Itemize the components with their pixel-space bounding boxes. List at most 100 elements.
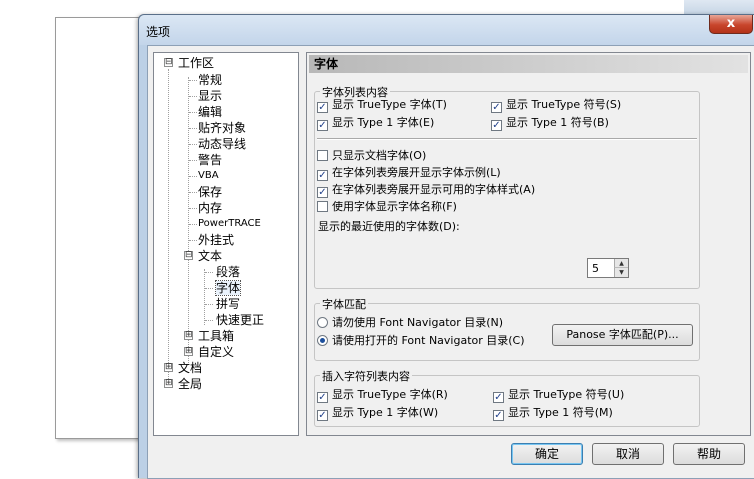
tree-item-label: 保存 — [198, 185, 223, 199]
tree-item-general[interactable]: 常规 — [198, 72, 222, 88]
font-matching-group: 字体匹配 请勿使用 Font Navigator 目录(N) 请使用打开的 Fo… — [314, 296, 700, 361]
group-title: 字体匹配 — [320, 296, 368, 312]
tree-item-label: 文本 — [198, 249, 223, 263]
no-font-navigator-radio[interactable]: 请勿使用 Font Navigator 目录(N) — [317, 316, 503, 330]
insert-character-list-group: 插入字符列表内容 ✓ 显示 TrueType 字体(R) ✓ 显示 TrueType… — [314, 368, 700, 427]
tree-item-label: 贴齐对象 — [198, 121, 247, 135]
show-type1-fonts-checkbox[interactable]: ✓ 显示 Type 1 字体(E) — [317, 116, 435, 131]
options-dialog: 选项 x ⊟ 工作区 常规 显示 编辑 贴齐对象 动态导线 警告 VBA 保存 … — [138, 14, 754, 479]
tree-item-snap[interactable]: 贴齐对象 — [198, 120, 246, 136]
collapse-icon[interactable]: ⊟ — [184, 251, 193, 260]
checkbox-checked-icon[interactable]: ✓ — [317, 410, 328, 421]
radio-label: 请勿使用 Font Navigator 目录(N) — [332, 316, 504, 329]
ok-button[interactable]: 确定 — [511, 443, 583, 465]
tree-item-label: VBA — [198, 170, 219, 181]
tree-item-vba[interactable]: VBA — [198, 168, 219, 184]
tree-item-display[interactable]: 显示 — [198, 88, 222, 104]
tree-item-label: 内存 — [198, 201, 223, 215]
expand-icon[interactable]: ⊞ — [164, 363, 173, 372]
checkbox-label: 使用字体显示字体名称(F) — [332, 200, 457, 213]
checkbox-checked-icon[interactable]: ✓ — [317, 392, 328, 403]
checkbox-checked-icon[interactable]: ✓ — [317, 102, 328, 113]
tree-item-plugins[interactable]: 外挂式 — [198, 232, 234, 248]
recent-fonts-label: 显示的最近使用的字体数(D): — [318, 220, 460, 233]
font-options-panel: 字体 字体列表内容 ✓ 显示 TrueType 字体(T) ✓ 显示 TrueTyp… — [306, 52, 751, 436]
tree-item-paragraph[interactable]: 段落 — [216, 264, 240, 280]
checkbox-label: 显示 TrueType 符号(S) — [506, 98, 622, 111]
panel-title: 字体 — [309, 55, 748, 73]
dialog-title: 选项 — [146, 25, 171, 39]
spin-up-icon[interactable]: ▲ — [614, 259, 628, 268]
tree-item-memory[interactable]: 内存 — [198, 200, 222, 216]
insert-show-type1-symbols-checkbox[interactable]: ✓ 显示 Type 1 符号(M) — [493, 406, 613, 421]
close-button[interactable]: x — [709, 15, 753, 34]
options-tree[interactable]: ⊟ 工作区 常规 显示 编辑 贴齐对象 动态导线 警告 VBA 保存 内存 Po… — [153, 52, 299, 436]
expand-icon[interactable]: ⊞ — [184, 331, 193, 340]
use-font-navigator-radio[interactable]: 请使用打开的 Font Navigator 目录(C) — [317, 334, 525, 348]
checkbox-checked-icon[interactable]: ✓ — [493, 392, 504, 403]
show-truetype-symbols-checkbox[interactable]: ✓ 显示 TrueType 符号(S) — [491, 98, 622, 113]
tree-item-spelling[interactable]: 拼写 — [216, 296, 240, 312]
dialog-client-area: ⊟ 工作区 常规 显示 编辑 贴齐对象 动态导线 警告 VBA 保存 内存 Po… — [147, 45, 754, 479]
help-button[interactable]: 帮助 — [673, 443, 745, 465]
show-font-styles-checkbox[interactable]: ✓ 在字体列表旁展开显示可用的字体样式(A) — [317, 183, 535, 198]
checkbox-checked-icon[interactable]: ✓ — [317, 120, 328, 131]
show-font-samples-checkbox[interactable]: ✓ 在字体列表旁展开显示字体示例(L) — [317, 166, 501, 181]
checkbox-checked-icon[interactable]: ✓ — [491, 120, 502, 131]
tree-item-label: 外挂式 — [198, 233, 235, 247]
checkbox-checked-icon[interactable]: ✓ — [317, 187, 328, 198]
tree-item-quick-correct[interactable]: 快速更正 — [216, 312, 264, 328]
background-window-strip — [684, 0, 754, 14]
spin-down-icon[interactable]: ▼ — [614, 268, 628, 277]
insert-show-truetype-symbols-checkbox[interactable]: ✓ 显示 TrueType 符号(U) — [493, 388, 625, 403]
tree-item-label: 自定义 — [198, 345, 235, 359]
close-icon: x — [726, 16, 736, 31]
tree-item-label: 工作区 — [178, 56, 215, 70]
cancel-button[interactable]: 取消 — [592, 443, 664, 465]
checkbox-label: 显示 Type 1 符号(B) — [506, 116, 609, 129]
tree-item-label: 段落 — [216, 265, 241, 279]
checkbox-label: 显示 Type 1 符号(M) — [508, 406, 613, 419]
panose-font-matching-button[interactable]: Panose 字体匹配(P)... — [552, 324, 693, 346]
tree-item-label: 显示 — [198, 89, 223, 103]
checkbox-label: 只显示文档字体(O) — [332, 149, 427, 162]
show-truetype-fonts-checkbox[interactable]: ✓ 显示 TrueType 字体(T) — [317, 98, 447, 113]
only-document-fonts-checkbox[interactable]: 只显示文档字体(O) — [317, 149, 426, 163]
radio-selected-icon[interactable] — [317, 335, 328, 346]
checkbox-label: 显示 TrueType 符号(U) — [508, 388, 625, 401]
insert-show-truetype-fonts-checkbox[interactable]: ✓ 显示 TrueType 字体(R) — [317, 388, 448, 403]
tree-item-label: 编辑 — [198, 105, 223, 119]
tree-item-label: 字体 — [214, 280, 242, 296]
tree-item-label: PowerTRACE — [198, 218, 261, 229]
expand-icon[interactable]: ⊞ — [164, 379, 173, 388]
tree-item-warnings[interactable]: 警告 — [198, 152, 222, 168]
checkbox-unchecked-icon[interactable] — [317, 150, 328, 161]
dialog-titlebar[interactable]: 选项 x — [139, 15, 754, 45]
collapse-icon[interactable]: ⊟ — [164, 58, 173, 67]
tree-item-label: 警告 — [198, 153, 223, 167]
tree-item-label: 工具箱 — [198, 329, 235, 343]
tree-item-font[interactable]: 字体 — [214, 280, 242, 296]
checkbox-checked-icon[interactable]: ✓ — [317, 170, 328, 181]
checkbox-label: 显示 Type 1 字体(E) — [332, 116, 435, 129]
tree-item-label: 快速更正 — [216, 313, 265, 327]
show-type1-symbols-checkbox[interactable]: ✓ 显示 Type 1 符号(B) — [491, 116, 609, 131]
tree-item-label: 动态导线 — [198, 137, 247, 151]
insert-show-type1-fonts-checkbox[interactable]: ✓ 显示 Type 1 字体(W) — [317, 406, 438, 421]
tree-item-powertrace[interactable]: PowerTRACE — [198, 216, 261, 232]
checkbox-checked-icon[interactable]: ✓ — [493, 410, 504, 421]
checkbox-unchecked-icon[interactable] — [317, 201, 328, 212]
tree-item-edit[interactable]: 编辑 — [198, 104, 222, 120]
checkbox-label: 显示 TrueType 字体(T) — [332, 98, 447, 111]
checkbox-label: 在字体列表旁展开显示字体示例(L) — [332, 166, 501, 179]
expand-icon[interactable]: ⊞ — [184, 347, 193, 356]
recent-fonts-count-spinner[interactable]: 5 ▲ ▼ — [587, 258, 629, 278]
tree-item-dynamic-guides[interactable]: 动态导线 — [198, 136, 246, 152]
checkbox-checked-icon[interactable]: ✓ — [491, 102, 502, 113]
use-font-names-checkbox[interactable]: 使用字体显示字体名称(F) — [317, 200, 457, 214]
tree-item-save[interactable]: 保存 — [198, 184, 222, 200]
tree-item-label: 拼写 — [216, 297, 241, 311]
radio-unselected-icon[interactable] — [317, 317, 328, 328]
checkbox-label: 显示 TrueType 字体(R) — [332, 388, 448, 401]
recent-fonts-count-value[interactable]: 5 — [592, 262, 599, 275]
